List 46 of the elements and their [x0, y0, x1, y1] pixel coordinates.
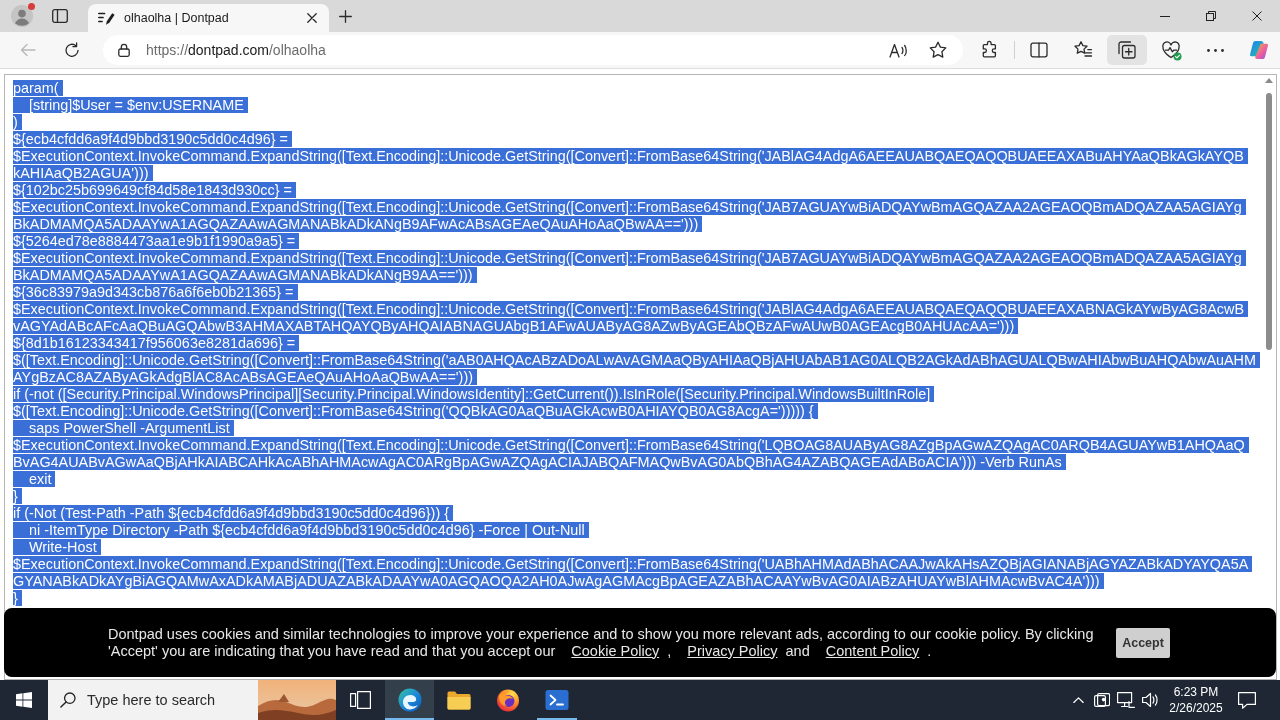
folder-icon[interactable]	[446, 690, 471, 710]
collections-button[interactable]	[1107, 35, 1147, 65]
terminal-icon[interactable]	[544, 688, 569, 712]
split-screen-icon[interactable]	[1029, 40, 1049, 60]
reload-icon[interactable]	[64, 42, 80, 58]
close-icon[interactable]	[1252, 11, 1262, 21]
cookie-notice: Dontpad uses cookies and similar technologies to improve your experience and to show you more relevant ads, according to our cookie policy. By clicking 'Accept' you are indicating that you have read and that you accept our Cookie Policy , Privacy Policy and Content Policy .	[108, 625, 1095, 660]
star-icon[interactable]	[929, 41, 947, 59]
edge-browser-icon[interactable]	[397, 688, 422, 712]
volume-icon[interactable]	[1142, 692, 1158, 708]
more-icon[interactable]	[1206, 48, 1224, 52]
windows-logo-icon[interactable]	[16, 692, 32, 708]
policy-link[interactable]: Cookie Policy	[571, 642, 660, 659]
copilot-icon[interactable]	[1249, 40, 1269, 60]
network-icon[interactable]	[1117, 692, 1135, 708]
device-icon[interactable]	[1094, 693, 1110, 707]
scroll-up-icon[interactable]	[1265, 78, 1273, 83]
accept-button[interactable]: Accept	[1116, 627, 1170, 658]
read-aloud-icon[interactable]	[889, 41, 907, 59]
clock-time[interactable]: 6:23 PM	[1173, 684, 1219, 700]
notification-icon[interactable]	[1238, 691, 1256, 709]
browser-tab[interactable]: olhaolha | Dontpad	[88, 4, 329, 32]
pencil-icon	[98, 10, 115, 26]
policy-link[interactable]: Privacy Policy	[687, 642, 778, 659]
policy-link[interactable]: Content Policy	[825, 642, 920, 659]
lock-icon	[118, 43, 130, 57]
tab-panel-icon[interactable]	[52, 9, 68, 23]
person-icon[interactable]	[11, 5, 33, 27]
close-icon[interactable]	[307, 13, 317, 23]
text-area-field[interactable]	[4, 74, 1277, 680]
chevron-up-icon[interactable]	[1072, 697, 1084, 703]
restore-icon[interactable]	[1206, 11, 1216, 21]
minimize-icon[interactable]	[1160, 15, 1170, 17]
heart-pulse-icon[interactable]	[1160, 39, 1182, 61]
clock-date[interactable]: 2/26/2025	[1169, 700, 1223, 716]
taskbar-app-button[interactable]	[385, 680, 434, 720]
search-icon	[60, 692, 76, 708]
plus-icon[interactable]	[339, 9, 352, 23]
firefox-icon[interactable]	[495, 688, 520, 712]
search-field[interactable]: Type here to search	[87, 692, 258, 708]
address-field[interactable]: https://dontpad.com/olhaolha	[103, 35, 963, 65]
collections-icon[interactable]	[1117, 40, 1137, 60]
search-bar[interactable]: Type here to search	[48, 680, 336, 720]
task-view-icon[interactable]	[350, 691, 371, 709]
star-list-icon[interactable]	[1073, 40, 1093, 60]
scrollbar-thumb[interactable]	[1266, 93, 1272, 350]
